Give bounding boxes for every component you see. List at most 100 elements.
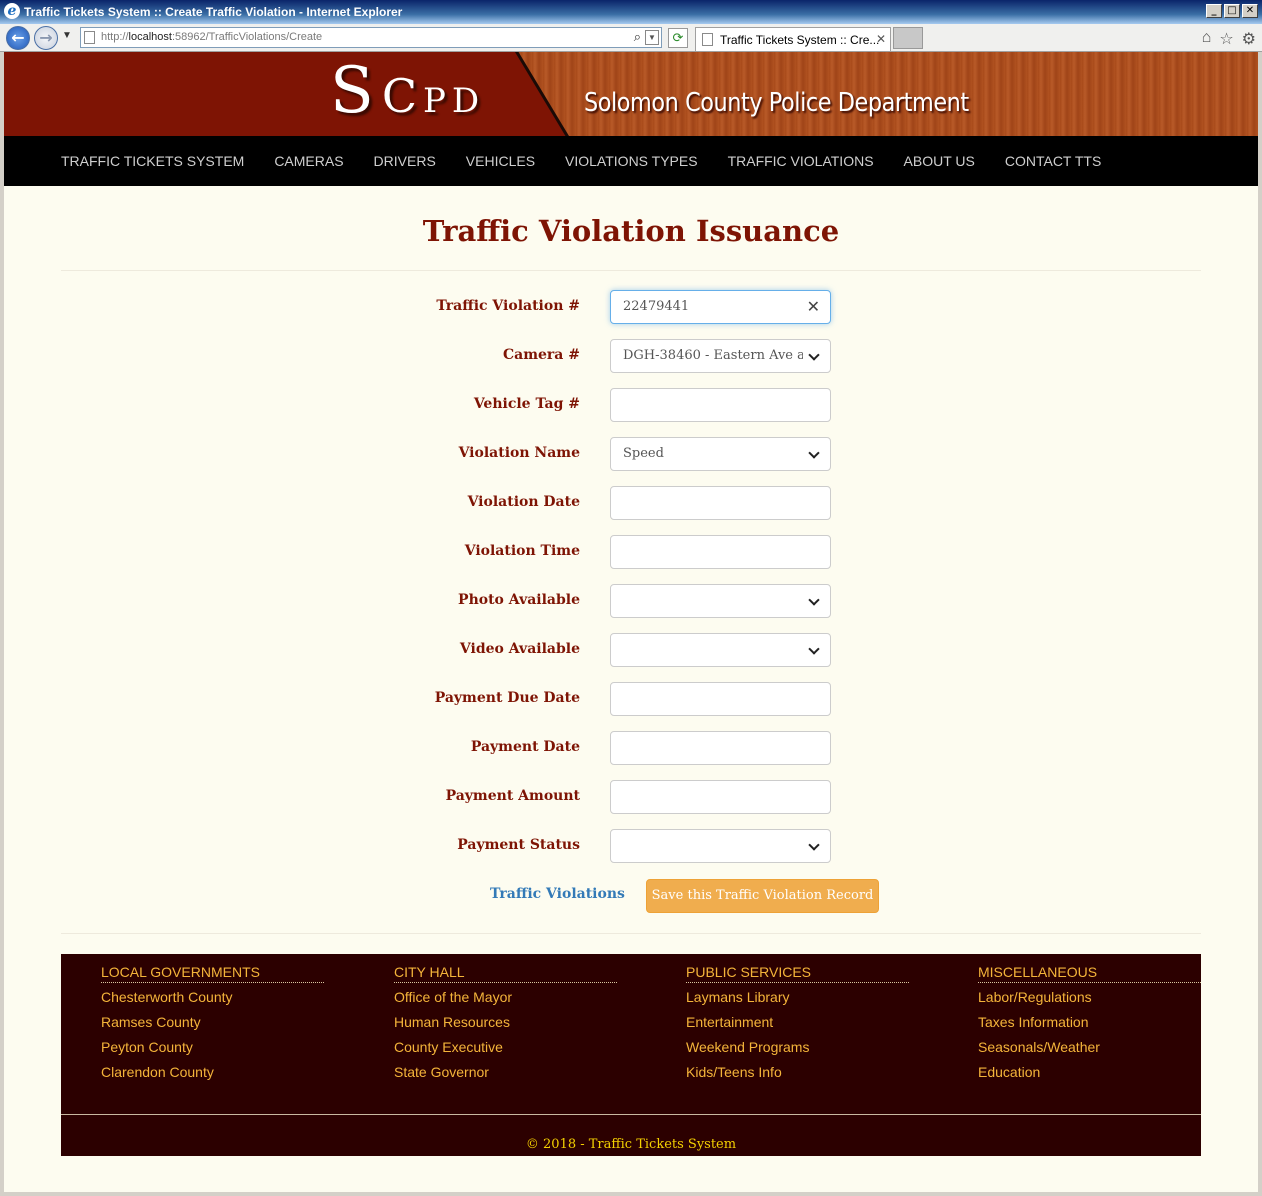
footer-divider	[61, 1114, 1201, 1115]
camera-no-value: DGH-38460 - Eastern Ave a	[623, 348, 803, 363]
row-violation-time: Violation Time	[4, 535, 1258, 569]
save-record-button[interactable]: Save this Traffic Violation Record	[646, 879, 879, 913]
row-traffic-violation-no: Traffic Violation # 22479441 ✕	[4, 290, 1258, 324]
history-dropdown-icon[interactable]: ▼	[62, 30, 72, 41]
url-host: localhost	[128, 31, 172, 43]
row-payment-date: Payment Date	[4, 731, 1258, 765]
footer-column-city-hall: CITY HALL Office of the Mayor Human Reso…	[394, 964, 617, 1089]
footer-link[interactable]: Laymans Library	[686, 989, 909, 1014]
search-icon[interactable]: ⌕	[634, 29, 641, 45]
footer-link[interactable]: Peyton County	[101, 1039, 324, 1064]
back-arrow-icon[interactable]: ←	[6, 26, 30, 50]
footer-link[interactable]: Labor/Regulations	[978, 989, 1201, 1014]
payment-amount-input[interactable]	[610, 780, 831, 814]
scpd-logo[interactable]: S C PD	[330, 54, 485, 128]
nav-violations-types[interactable]: VIOLATIONS TYPES	[565, 153, 698, 169]
settings-gear-icon[interactable]: ⚙	[1242, 29, 1256, 49]
tab-close-icon[interactable]: ✕	[876, 32, 886, 46]
violation-name-value: Speed	[623, 446, 664, 461]
nav-drivers[interactable]: DRIVERS	[374, 153, 436, 169]
nav-about-us[interactable]: ABOUT US	[904, 153, 975, 169]
clear-input-icon[interactable]: ✕	[807, 297, 820, 316]
nav-contact-tts[interactable]: CONTACT TTS	[1005, 153, 1101, 169]
payment-status-select[interactable]	[610, 829, 831, 863]
chevron-down-icon	[808, 643, 820, 655]
divider-top	[61, 270, 1201, 271]
photo-available-select[interactable]	[610, 584, 831, 618]
address-bar[interactable]: http://localhost:58962/TrafficViolations…	[80, 27, 662, 48]
footer-link[interactable]: Ramses County	[101, 1014, 324, 1039]
forward-arrow-icon[interactable]: →	[34, 26, 58, 50]
divider-bottom	[61, 933, 1201, 934]
footer-heading: MISCELLANEOUS	[978, 964, 1201, 983]
favorites-star-icon[interactable]: ☆	[1219, 29, 1233, 49]
nav-cameras[interactable]: CAMERAS	[274, 153, 343, 169]
camera-no-select[interactable]: DGH-38460 - Eastern Ave a	[610, 339, 831, 373]
label-traffic-violation-no: Traffic Violation #	[436, 298, 580, 314]
footer-heading: LOCAL GOVERNMENTS	[101, 964, 324, 983]
label-payment-date: Payment Date	[470, 739, 580, 755]
traffic-violation-no-value: 22479441	[623, 299, 690, 314]
footer-link[interactable]: Weekend Programs	[686, 1039, 909, 1064]
new-tab-button[interactable]	[893, 27, 923, 49]
minimize-button[interactable]: _	[1206, 4, 1222, 18]
page-icon	[84, 31, 95, 44]
web-page: S C PD Solomon County Police Department TR…	[4, 52, 1258, 1192]
department-name: Solomon County Police Department	[584, 88, 969, 118]
window-title: Traffic Tickets System :: Create Traffic…	[24, 5, 403, 19]
url-text[interactable]: http://localhost:58962/TrafficViolations…	[101, 31, 322, 43]
chevron-down-icon	[808, 349, 820, 361]
row-violation-date: Violation Date	[4, 486, 1258, 520]
row-camera-no: Camera # DGH-38460 - Eastern Ave a	[4, 339, 1258, 373]
browser-tab-active[interactable]: Traffic Tickets System :: Cre... ✕	[695, 27, 891, 51]
page-title: Traffic Violation Issuance	[422, 214, 840, 248]
violation-name-select[interactable]: Speed	[610, 437, 831, 471]
copyright-text: © 2018 - Traffic Tickets System	[525, 1137, 737, 1152]
footer-link[interactable]: Human Resources	[394, 1014, 617, 1039]
footer-link[interactable]: Office of the Mayor	[394, 989, 617, 1014]
chevron-down-icon	[808, 839, 820, 851]
footer-link[interactable]: Clarendon County	[101, 1064, 324, 1089]
footer-column-public-services: PUBLIC SERVICES Laymans Library Entertai…	[686, 964, 909, 1089]
footer-link[interactable]: Entertainment	[686, 1014, 909, 1039]
label-video-available: Video Available	[459, 641, 580, 657]
footer-heading: PUBLIC SERVICES	[686, 964, 909, 983]
violation-time-input[interactable]	[610, 535, 831, 569]
footer-link[interactable]: Education	[978, 1064, 1201, 1089]
nav-traffic-violations[interactable]: TRAFFIC VIOLATIONS	[728, 153, 874, 169]
nav-traffic-tickets-system[interactable]: TRAFFIC TICKETS SYSTEM	[61, 153, 244, 169]
address-dropdown-icon[interactable]: ▼	[645, 30, 659, 45]
footer-link[interactable]: Kids/Teens Info	[686, 1064, 909, 1089]
internet-explorer-icon: e	[4, 3, 20, 19]
footer-column-local-governments: LOCAL GOVERNMENTS Chesterworth County Ra…	[101, 964, 324, 1089]
site-footer: LOCAL GOVERNMENTS Chesterworth County Ra…	[61, 954, 1201, 1156]
payment-due-date-input[interactable]	[610, 682, 831, 716]
window-bottom-border	[0, 1192, 1262, 1196]
browser-toolbar: ← → ▼ http://localhost:58962/TrafficViol…	[0, 24, 1262, 52]
traffic-violations-link[interactable]: Traffic Violations	[490, 886, 625, 902]
compatibility-refresh-icon[interactable]: ⟳	[668, 28, 688, 48]
footer-link[interactable]: State Governor	[394, 1064, 617, 1089]
maximize-button[interactable]: □	[1224, 4, 1240, 18]
violation-date-input[interactable]	[610, 486, 831, 520]
row-video-available: Video Available	[4, 633, 1258, 667]
footer-link[interactable]: County Executive	[394, 1039, 617, 1064]
label-payment-amount: Payment Amount	[445, 788, 580, 804]
traffic-violation-no-input[interactable]: 22479441 ✕	[610, 290, 831, 324]
tab-title: Traffic Tickets System :: Cre...	[720, 33, 880, 47]
footer-link[interactable]: Seasonals/Weather	[978, 1039, 1201, 1064]
video-available-select[interactable]	[610, 633, 831, 667]
label-payment-due-date: Payment Due Date	[434, 690, 580, 706]
close-window-button[interactable]: ✕	[1242, 4, 1258, 18]
label-violation-time: Violation Time	[464, 543, 580, 559]
vehicle-tag-no-input[interactable]	[610, 388, 831, 422]
chevron-down-icon	[808, 594, 820, 606]
label-vehicle-tag-no: Vehicle Tag #	[473, 396, 580, 412]
home-icon[interactable]: ⌂	[1202, 29, 1212, 49]
nav-vehicles[interactable]: VEHICLES	[466, 153, 535, 169]
footer-link[interactable]: Chesterworth County	[101, 989, 324, 1014]
row-violation-name: Violation Name Speed	[4, 437, 1258, 471]
window-titlebar: e Traffic Tickets System :: Create Traff…	[0, 0, 1262, 24]
footer-link[interactable]: Taxes Information	[978, 1014, 1201, 1039]
payment-date-input[interactable]	[610, 731, 831, 765]
